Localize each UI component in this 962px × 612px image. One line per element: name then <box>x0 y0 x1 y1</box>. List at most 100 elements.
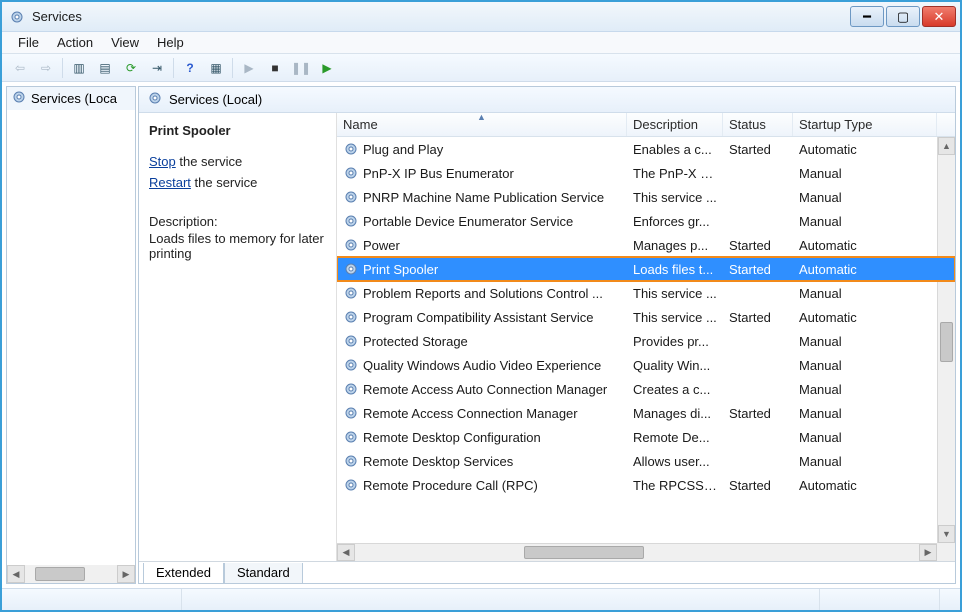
forward-button[interactable]: ⇨ <box>34 57 58 79</box>
list-header: Name ▲ Description Status Startup Type <box>337 113 955 137</box>
scroll-left-icon[interactable]: ◀ <box>337 544 355 561</box>
service-row[interactable]: Program Compatibility Assistant ServiceT… <box>337 305 955 329</box>
tree-root-services[interactable]: Services (Loca <box>7 87 135 110</box>
scroll-right-icon[interactable]: ▶ <box>919 544 937 561</box>
service-row[interactable]: PNRP Machine Name Publication ServiceThi… <box>337 185 955 209</box>
console-tree: Services (Loca ◀ ▶ <box>6 86 136 584</box>
service-icon <box>343 309 359 325</box>
service-row[interactable]: PowerManages p...StartedAutomatic <box>337 233 955 257</box>
restart-icon: ▶ <box>322 61 331 75</box>
scroll-track[interactable] <box>25 565 117 583</box>
toolbar-separator <box>232 58 233 78</box>
service-description: This service ... <box>627 190 723 205</box>
service-icon <box>343 213 359 229</box>
service-row[interactable]: Print SpoolerLoads files t...StartedAuto… <box>337 257 955 281</box>
scroll-thumb[interactable] <box>35 567 85 581</box>
tree-horizontal-scrollbar[interactable]: ◀ ▶ <box>7 565 135 583</box>
service-icon <box>343 189 359 205</box>
service-row[interactable]: Remote Desktop ConfigurationRemote De...… <box>337 425 955 449</box>
close-button[interactable]: ✕ <box>922 6 956 27</box>
service-status: Started <box>723 478 793 493</box>
service-row[interactable]: Problem Reports and Solutions Control ..… <box>337 281 955 305</box>
stop-service-button[interactable]: ■ <box>263 57 287 79</box>
restart-service-button[interactable]: ▶ <box>315 57 339 79</box>
maximize-button[interactable]: ▢ <box>886 6 920 27</box>
right-header-label: Services (Local) <box>169 92 262 107</box>
service-name: Remote Desktop Configuration <box>363 430 541 445</box>
column-description[interactable]: Description <box>627 113 723 136</box>
service-description: Quality Win... <box>627 358 723 373</box>
service-row[interactable]: Remote Desktop ServicesAllows user...Man… <box>337 449 955 473</box>
scroll-down-icon[interactable]: ▼ <box>938 525 955 543</box>
right-pane: Services (Local) Print Spooler Stop the … <box>138 86 956 584</box>
scroll-right-icon[interactable]: ▶ <box>117 565 135 583</box>
column-status[interactable]: Status <box>723 113 793 136</box>
help-button[interactable]: ? <box>178 57 202 79</box>
service-row[interactable]: Plug and PlayEnables a c...StartedAutoma… <box>337 137 955 161</box>
right-pane-header: Services (Local) <box>139 87 955 113</box>
service-row[interactable]: Remote Procedure Call (RPC)The RPCSS s..… <box>337 473 955 497</box>
export-list-button[interactable]: ⇥ <box>145 57 169 79</box>
service-row[interactable]: Remote Access Auto Connection ManagerCre… <box>337 377 955 401</box>
tab-standard[interactable]: Standard <box>224 563 303 584</box>
horizontal-scrollbar[interactable]: ◀ ▶ <box>337 543 937 561</box>
scroll-thumb[interactable] <box>940 322 953 362</box>
column-name-label: Name <box>343 117 378 132</box>
service-status: Started <box>723 238 793 253</box>
service-startup-type: Manual <box>793 334 937 349</box>
properties-button[interactable]: ▤ <box>93 57 117 79</box>
service-row[interactable]: Portable Device Enumerator ServiceEnforc… <box>337 209 955 233</box>
service-startup-type: Manual <box>793 358 937 373</box>
menubar: File Action View Help <box>2 32 960 54</box>
service-row[interactable]: PnP-X IP Bus EnumeratorThe PnP-X b...Man… <box>337 161 955 185</box>
service-row[interactable]: Quality Windows Audio Video Experience Qu… <box>337 353 955 377</box>
service-startup-type: Manual <box>793 214 937 229</box>
service-icon <box>343 453 359 469</box>
services-header-icon <box>147 90 163 109</box>
scroll-thumb[interactable] <box>524 546 644 559</box>
column-name[interactable]: Name ▲ <box>337 113 627 136</box>
back-button[interactable]: ⇦ <box>8 57 32 79</box>
start-service-button[interactable]: ▶ <box>237 57 261 79</box>
window-title: Services <box>32 9 850 24</box>
service-icon <box>343 165 359 181</box>
stop-service-link[interactable]: Stop <box>149 154 176 169</box>
services-node-icon <box>11 89 27 108</box>
scroll-up-icon[interactable]: ▲ <box>938 137 955 155</box>
refresh-icon: ⟳ <box>126 61 136 75</box>
selected-service-name: Print Spooler <box>149 123 326 138</box>
services-list: Name ▲ Description Status Startup Type P… <box>337 113 955 561</box>
service-name: Power <box>363 238 400 253</box>
restart-service-link[interactable]: Restart <box>149 175 191 190</box>
vertical-scrollbar[interactable]: ▲ ▼ <box>937 137 955 543</box>
service-row[interactable]: Remote Access Connection ManagerManages … <box>337 401 955 425</box>
properties-icon: ▤ <box>99 61 110 75</box>
service-icon <box>343 141 359 157</box>
service-startup-type: Manual <box>793 190 937 205</box>
menu-file[interactable]: File <box>10 33 47 52</box>
scroll-track[interactable] <box>938 155 955 525</box>
minimize-button[interactable]: ━ <box>850 6 884 27</box>
show-hide-action-pane-button[interactable]: ▦ <box>204 57 228 79</box>
menu-action[interactable]: Action <box>49 33 101 52</box>
pause-service-button[interactable]: ❚❚ <box>289 57 313 79</box>
refresh-button[interactable]: ⟳ <box>119 57 143 79</box>
scroll-left-icon[interactable]: ◀ <box>7 565 25 583</box>
forward-arrow-icon: ⇨ <box>41 61 51 75</box>
menu-help[interactable]: Help <box>149 33 192 52</box>
column-startup-type[interactable]: Startup Type <box>793 113 937 136</box>
menu-view[interactable]: View <box>103 33 147 52</box>
scroll-track[interactable] <box>355 544 919 561</box>
service-startup-type: Manual <box>793 382 937 397</box>
right-body: Print Spooler Stop the service Restart t… <box>139 113 955 561</box>
service-row[interactable]: Protected StorageProvides pr...Manual <box>337 329 955 353</box>
service-startup-type: Manual <box>793 406 937 421</box>
service-startup-type: Manual <box>793 286 937 301</box>
service-startup-type: Automatic <box>793 262 937 277</box>
pause-icon: ❚❚ <box>291 61 311 75</box>
view-tabs: Extended Standard <box>139 561 955 583</box>
show-hide-tree-button[interactable]: ▥ <box>67 57 91 79</box>
titlebar: Services ━ ▢ ✕ <box>2 2 960 32</box>
service-name: Quality Windows Audio Video Experience <box>363 358 601 373</box>
tab-extended[interactable]: Extended <box>143 563 224 584</box>
